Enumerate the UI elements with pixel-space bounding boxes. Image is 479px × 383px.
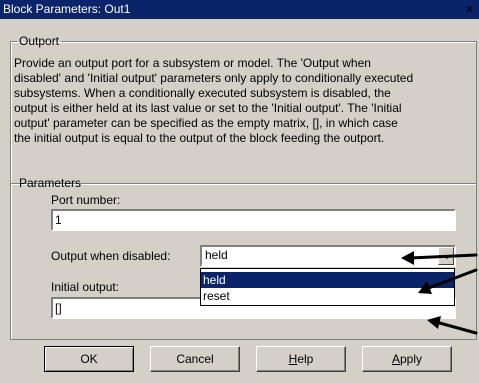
annotation-arrows [401,251,478,335]
annotation-arrow [418,268,478,294]
block-parameters-dialog: Block Parameters: Out1 × Outport Provide… [0,0,479,383]
annotation-arrow [427,316,478,335]
annotation-arrow [401,251,478,265]
